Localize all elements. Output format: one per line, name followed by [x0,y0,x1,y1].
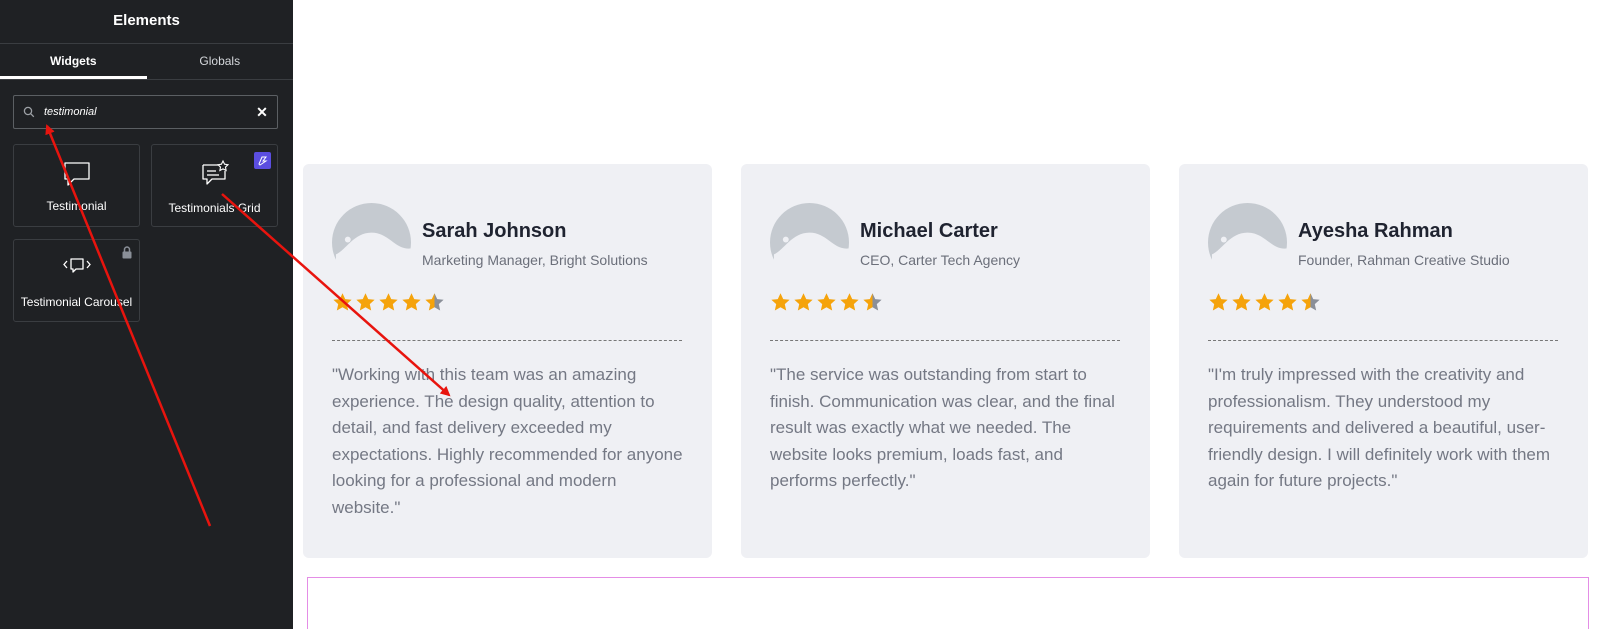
avatar-placeholder-icon [1208,203,1288,285]
divider [1208,340,1558,341]
star-icon [1209,293,1228,311]
testimonial-card: Michael Carter CEO, Carter Tech Agency "… [741,164,1150,558]
reviewer-name: Sarah Johnson [422,220,567,242]
star-icon [333,293,352,311]
star-icon [425,293,444,311]
divider [770,340,1120,341]
star-icon [794,293,813,311]
widget-testimonials-grid[interactable]: Testimonials Grid [151,144,278,227]
avatar-placeholder-icon [770,203,850,285]
empty-section-outline[interactable] [307,577,1589,629]
star-icon [771,293,790,311]
widget-testimonial[interactable]: Testimonial [13,144,140,227]
star-icon [863,293,882,311]
testimonial-quote: "I'm truly impressed with the creativity… [1208,365,1551,490]
testimonial-card: Sarah Johnson Marketing Manager, Bright … [303,164,712,558]
star-icon [1278,293,1297,311]
panel-title: Elements [0,0,293,44]
star-icon [840,293,859,311]
page-canvas: Sarah Johnson Marketing Manager, Bright … [293,0,1600,629]
message-star-icon [152,159,277,189]
divider [332,340,682,341]
reviewer-role: CEO, Carter Tech Agency [860,252,1021,268]
search-icon [14,106,44,118]
tab-widgets[interactable]: Widgets [0,44,147,79]
star-icon [379,293,398,311]
star-icon [817,293,836,311]
avatar-placeholder-icon [332,203,412,285]
testimonial-card: Ayesha Rahman Founder, Rahman Creative S… [1179,164,1588,558]
search-input[interactable] [44,106,247,118]
star-rating [332,292,445,313]
star-icon [1301,293,1320,311]
editor-app: Elements Widgets Globals ✕ Testimonial [0,0,1600,629]
widget-testimonial-carousel[interactable]: Testimonial Carousel [13,239,140,322]
star-rating [770,292,883,313]
elements-panel: Elements Widgets Globals ✕ Testimonial [0,0,293,629]
tab-globals[interactable]: Globals [147,44,294,79]
reviewer-name: Ayesha Rahman [1298,220,1453,242]
widget-label: Testimonial [46,199,107,213]
star-icon [1232,293,1251,311]
reviewer-name: Michael Carter [860,220,998,242]
reviewer-role: Marketing Manager, Bright Solutions [422,252,648,268]
close-icon[interactable]: ✕ [247,104,277,121]
speech-bubble-icon [14,159,139,189]
widget-label: Testimonial Carousel [20,295,133,309]
star-icon [1255,293,1274,311]
carousel-bubble-icon [14,256,139,278]
panel-tabs: Widgets Globals [0,44,293,80]
testimonial-quote: "Working with this team was an amazing e… [332,365,683,517]
widget-label: Testimonials Grid [168,201,261,215]
star-rating [1208,292,1321,313]
widget-search: ✕ [13,95,278,129]
star-icon [402,293,421,311]
testimonial-quote: "The service was outstanding from start … [770,365,1115,490]
star-icon [356,293,375,311]
reviewer-role: Founder, Rahman Creative Studio [1298,252,1510,268]
